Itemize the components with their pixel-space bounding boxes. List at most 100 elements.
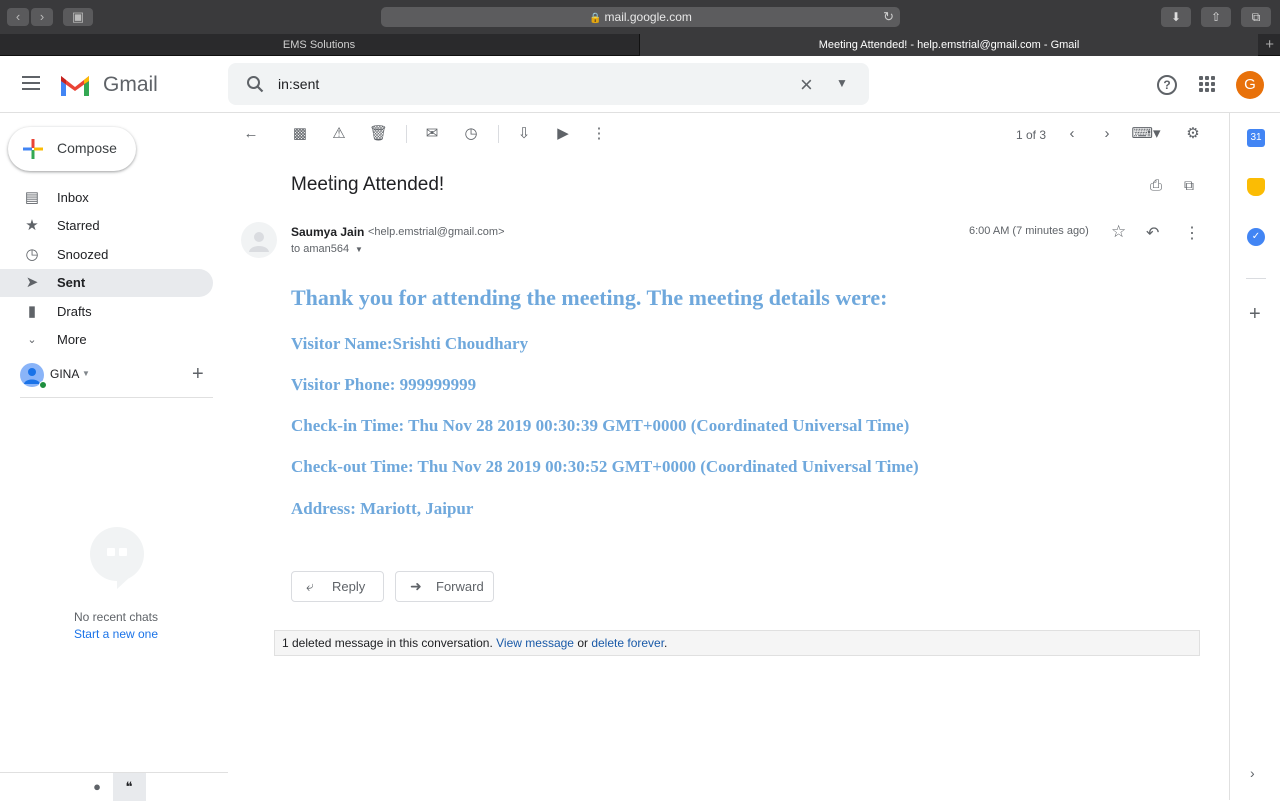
inbox-icon: ▤ [24,189,40,206]
body-address: Address: Mariott, Jaipur [291,499,474,518]
chevron-down-icon[interactable]: ▼ [82,369,90,378]
deleted-notice-text: 1 deleted message in this conversation. [282,636,493,650]
share-icon[interactable]: ⇧ [1201,7,1231,27]
tabs-overview-icon[interactable]: ⧉ [1241,7,1271,27]
star-icon[interactable]: ☆ [1111,222,1126,242]
delete-forever-link[interactable]: delete forever [591,636,664,650]
compose-plus-icon [23,139,43,159]
clock-icon: ◷ [25,246,39,263]
input-tools-icon[interactable]: ⌨▾ [1131,125,1161,143]
reply-icon[interactable]: ↶ [1146,223,1159,243]
reload-icon[interactable]: ↻ [883,7,894,27]
sidebar-item-label: Inbox [57,190,89,205]
help-icon[interactable]: ? [1157,75,1177,95]
expand-panel-icon[interactable]: › [1250,765,1255,781]
forward-nav-icon[interactable]: › [31,8,53,26]
label-icon[interactable]: ▶ [554,125,572,143]
print-icon[interactable]: ⎙ [1150,177,1162,194]
body-check-out: Check-out Time: Thu Nov 28 2019 00:30:52… [291,457,919,476]
open-new-window-icon[interactable]: ⧉ [1184,177,1194,194]
delete-icon[interactable]: 🗑 [369,125,388,143]
message-timestamp: 6:00 AM (7 minutes ago) [969,225,1089,237]
recipient-line: to aman564 [291,243,350,255]
move-to-icon[interactable]: ⇩ [515,125,533,143]
more-vert-icon[interactable]: ⋮ [590,125,608,143]
gmail-header: Gmail in:sent × ▼ ? G [0,56,1280,113]
sidebar-toggle-icon[interactable]: ▣ [63,8,93,26]
sidebar-item-starred[interactable]: ★ Starred [0,212,213,240]
body-check-in: Check-in Time: Thu Nov 28 2019 00:30:39 … [291,416,910,435]
downloads-icon[interactable]: ⬇ [1161,7,1191,27]
sidebar-item-more[interactable]: ⌄ More [0,326,213,354]
contacts-icon[interactable]: ● [89,779,105,795]
body-visitor-name: Visitor Name:Srishti Choudhary [291,334,529,353]
apps-grid-icon[interactable] [1199,76,1215,92]
mark-unread-icon[interactable]: ✉ [423,125,441,143]
chevron-left-icon[interactable]: ‹ [1063,125,1081,143]
back-nav-icon[interactable]: ‹ [7,8,29,26]
gmail-logo-icon[interactable] [58,72,92,98]
browser-toolbar: ‹ › ▣ 🔒 mail.google.com ↻ ⬇ ⇧ ⧉ [0,0,1280,34]
reply-label: Reply [332,579,366,594]
address-bar[interactable]: 🔒 mail.google.com ↻ [381,7,900,27]
gmail-wordmark[interactable]: Gmail [103,73,158,97]
archive-icon[interactable]: ▩ [291,125,309,143]
clear-search-icon[interactable]: × [800,72,813,98]
sidebar-item-label: Snoozed [57,247,109,262]
chevron-down-icon: ⌄ [27,334,37,346]
settings-gear-icon[interactable]: ⚙ [1184,125,1202,143]
search-icon[interactable] [246,75,264,93]
reply-icon: ⤶ [306,578,314,594]
more-vert-icon[interactable]: ⋮ [1184,223,1200,243]
tasks-icon[interactable]: ✓ [1247,228,1265,246]
chat-bubble-icon [90,527,144,589]
body-heading: Thank you for attending the meeting. The… [291,285,888,310]
text-cursor [330,175,336,189]
add-icon[interactable]: + [192,363,204,386]
search-input[interactable]: in:sent [278,76,319,92]
sidebar-item-label: More [57,332,87,347]
account-avatar[interactable]: G [1236,71,1264,99]
forward-button[interactable]: ➜ Forward [395,571,494,602]
sidebar-item-snoozed[interactable]: ◷ Snoozed [0,241,213,269]
start-chat-link[interactable]: Start a new one [0,627,232,641]
compose-label: Compose [57,140,117,156]
search-options-icon[interactable]: ▼ [836,76,848,90]
calendar-icon[interactable]: 31 [1247,129,1265,147]
snooze-icon[interactable]: ◷ [462,125,480,143]
chevron-right-icon[interactable]: › [1098,125,1116,143]
search-bar[interactable]: in:sent × ▼ [228,63,869,105]
new-tab-icon[interactable]: + [1265,36,1274,53]
back-arrow-icon[interactable]: ← [242,125,260,143]
forward-label: Forward [436,579,484,594]
sender-name[interactable]: Saumya Jain [291,225,364,239]
sender-avatar [241,222,277,258]
pagination-text: 1 of 3 [1016,128,1047,142]
lock-icon: 🔒 [589,13,602,24]
deleted-notice-or: or [577,636,588,650]
body-visitor-phone: Visitor Phone: 999999999 [291,375,477,394]
deleted-message-notice: 1 deleted message in this conversation. … [274,630,1200,656]
recipient-details-icon[interactable]: ▼ [355,245,363,254]
main-menu-icon[interactable] [22,76,40,90]
divider [20,397,213,398]
sidebar-item-inbox[interactable]: ▤ Inbox [0,184,213,212]
forward-icon: ➜ [410,578,422,594]
url-text: mail.google.com [604,10,692,24]
sidebar-item-sent[interactable]: ➤ Sent [0,269,213,297]
browser-tab-active[interactable]: Meeting Attended! - help.emstrial@gmail.… [639,34,1258,56]
hangouts-icon[interactable]: ❝ [121,779,137,795]
hangouts-account[interactable]: GINA ▼ + [20,362,215,389]
report-spam-icon[interactable]: ⚠ [330,125,348,143]
account-name: GINA [50,367,80,381]
message-subject: Meeting Attended! [291,174,445,195]
view-message-link[interactable]: View message [496,636,574,650]
sidebar-item-drafts[interactable]: ▮ Drafts [0,298,213,326]
compose-button[interactable]: Compose [8,127,136,171]
keep-icon[interactable] [1247,178,1265,196]
browser-tab[interactable]: EMS Solutions [0,34,638,56]
sidebar-item-label: Sent [57,275,86,290]
sidebar-item-label: Drafts [57,304,92,319]
get-addons-icon[interactable]: + [1249,303,1261,326]
reply-button[interactable]: ⤶ Reply [291,571,384,602]
